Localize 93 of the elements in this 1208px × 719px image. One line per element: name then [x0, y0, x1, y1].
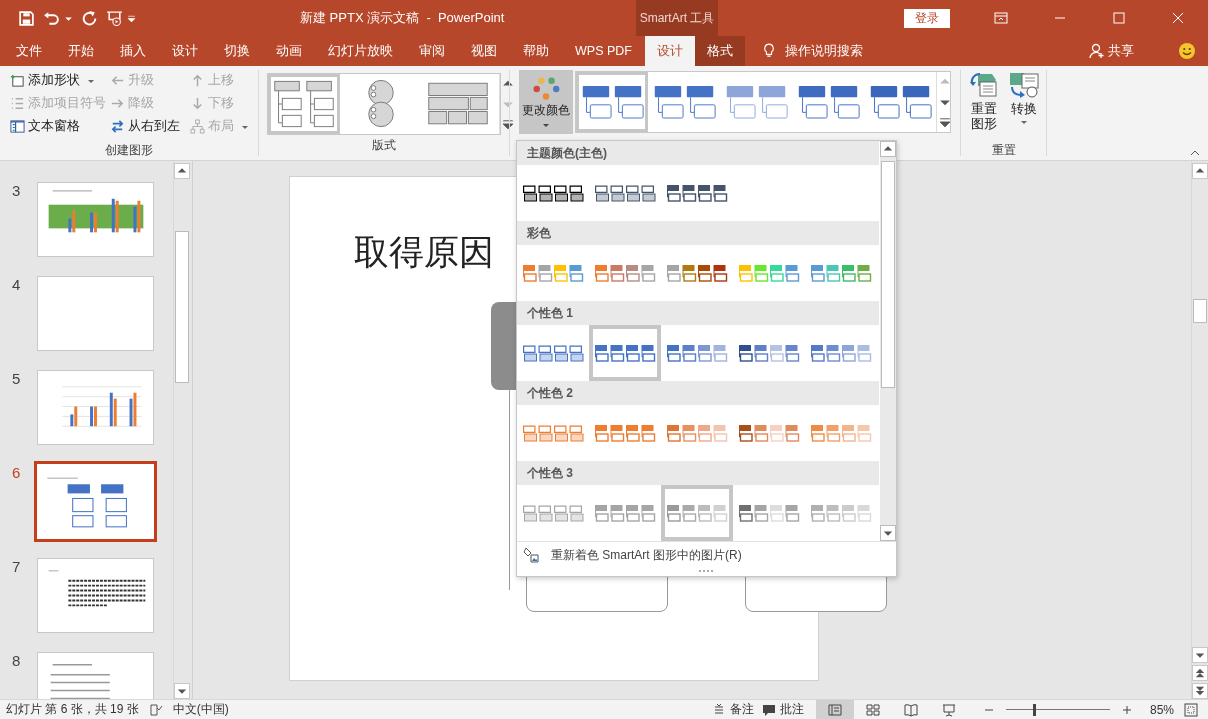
maximize-icon[interactable] — [1112, 11, 1126, 25]
scroll-down-icon[interactable] — [880, 525, 896, 541]
slide-number: 3 — [11, 182, 22, 201]
ribbon-tab[interactable]: 切换 — [211, 36, 263, 66]
ribbon-command[interactable]: 从右到左 — [110, 116, 180, 137]
close-icon[interactable] — [1171, 11, 1185, 25]
ribbon-tab[interactable]: 格式 — [694, 36, 745, 66]
slide-number: 8 — [11, 652, 22, 671]
scroll-up-icon[interactable] — [174, 163, 190, 179]
style-thumbnail[interactable] — [576, 72, 648, 132]
scrollbar-thumb[interactable] — [881, 161, 895, 388]
ribbon-tab[interactable]: WPS PDF — [562, 36, 645, 66]
slide-number: 5 — [11, 370, 22, 389]
ribbon-tab[interactable]: 文件 — [3, 36, 55, 66]
text-pane-icon — [10, 119, 25, 134]
previous-slide-icon[interactable] — [1192, 665, 1208, 681]
next-slide-icon[interactable] — [1192, 683, 1208, 699]
scroll-up-icon[interactable] — [1192, 163, 1208, 179]
scrollbar-thumb[interactable] — [175, 231, 189, 383]
normal-view-button[interactable] — [815, 700, 854, 719]
scroll-up-icon[interactable] — [880, 141, 896, 157]
language[interactable]: 中文(中国) — [172, 701, 229, 718]
ribbon-tab[interactable]: 审阅 — [406, 36, 458, 66]
recolor-pictures-option[interactable]: 重新着色 SmartArt 图形中的图片(R) — [551, 546, 742, 564]
slide-thumbnail[interactable] — [37, 558, 154, 633]
layout-thumbnail[interactable] — [268, 74, 340, 134]
window-title: 新建 PPTX 演示文稿 - PowerPoint — [299, 9, 506, 27]
ribbon-command[interactable]: 添加形状 — [10, 70, 95, 91]
hierarchy-icon — [190, 119, 205, 134]
scroll-down-icon[interactable] — [1192, 647, 1208, 663]
swap-arrows-icon — [110, 119, 125, 134]
ribbon-command[interactable]: 文本窗格 — [10, 116, 80, 137]
bullet-list-icon — [10, 96, 25, 111]
ribbon-tab[interactable]: 幻灯片放映 — [315, 36, 406, 66]
slide-number: 7 — [11, 558, 22, 577]
change-colors-button[interactable]: 更改颜色 — [519, 70, 573, 134]
reset-graphic-icon — [967, 70, 1000, 100]
ribbon-command[interactable]: 转换 — [1007, 70, 1040, 140]
section-header: 个性色 2 — [517, 381, 879, 405]
slide-thumbnail[interactable] — [37, 370, 154, 445]
spell-check-icon[interactable] — [148, 702, 163, 717]
convert-icon — [1007, 70, 1040, 100]
normal-view-icon — [827, 702, 842, 717]
comment-icon — [761, 702, 776, 717]
slide-number: 4 — [11, 276, 22, 295]
ribbon-tab[interactable]: 插入 — [107, 36, 159, 66]
ribbon-tab[interactable]: 设计 — [159, 36, 211, 66]
group-label: 版式 — [372, 137, 396, 154]
share-button[interactable]: 共享 — [1108, 42, 1134, 60]
caret-icon — [1019, 118, 1028, 126]
save-icon[interactable] — [18, 9, 35, 27]
lightbulb-icon — [762, 43, 775, 59]
slideshow-icon[interactable] — [106, 9, 123, 27]
slide-thumbnail[interactable] — [37, 276, 154, 351]
smiley-icon[interactable] — [1178, 42, 1196, 60]
ribbon-tab[interactable]: 视图 — [458, 36, 510, 66]
add-shape-icon — [10, 73, 25, 88]
section-header: 个性色 1 — [517, 301, 879, 325]
ribbon-tab[interactable]: 开始 — [55, 36, 107, 66]
scroll-down-icon[interactable] — [174, 683, 190, 699]
ribbon-display-icon[interactable] — [994, 11, 1008, 25]
slide-thumbnail[interactable] — [34, 461, 157, 542]
slideshow-view-icon — [941, 702, 956, 717]
ribbon-tab[interactable]: 设计 — [644, 36, 695, 66]
group-label: 重置 — [991, 142, 1016, 159]
slide-number: 6 — [11, 464, 22, 483]
palette-icon — [532, 75, 560, 102]
color-option[interactable] — [589, 325, 661, 381]
ribbon-command[interactable]: 重置图形 — [967, 70, 1000, 140]
color-option[interactable] — [661, 485, 733, 541]
ribbon-tab[interactable]: 动画 — [263, 36, 315, 66]
recolor-picture-icon — [523, 547, 539, 563]
collapse-ribbon-icon[interactable] — [1190, 150, 1200, 156]
sign-in-button[interactable]: 登录 — [904, 8, 950, 28]
person-icon — [1089, 43, 1105, 59]
context-header: SmartArt 工具 — [636, 0, 718, 36]
sorter-view-icon — [865, 702, 880, 717]
reading-view-icon — [903, 702, 918, 717]
comments-button[interactable]: 批注 — [761, 701, 804, 718]
slide-thumbnail[interactable] — [37, 182, 154, 257]
notes-button[interactable]: 备注 — [711, 701, 754, 718]
section-header: 主题颜色(主色) — [517, 141, 879, 165]
ribbon-tab[interactable]: 帮助 — [510, 36, 562, 66]
redo-icon[interactable] — [81, 9, 98, 27]
group-label: 创建图形 — [105, 142, 153, 159]
customize-icon[interactable] — [127, 13, 136, 23]
tell-me-search[interactable]: 操作说明搜索 — [784, 42, 863, 60]
slide-title[interactable]: 取得原因 — [354, 229, 494, 276]
scrollbar-thumb[interactable] — [1193, 299, 1207, 323]
section-header: 彩色 — [517, 221, 879, 245]
zoom-level[interactable]: 85% — [1149, 702, 1174, 717]
slide-info: 幻灯片 第 6 张，共 19 张 — [6, 701, 139, 718]
section-header: 个性色 3 — [517, 461, 879, 485]
